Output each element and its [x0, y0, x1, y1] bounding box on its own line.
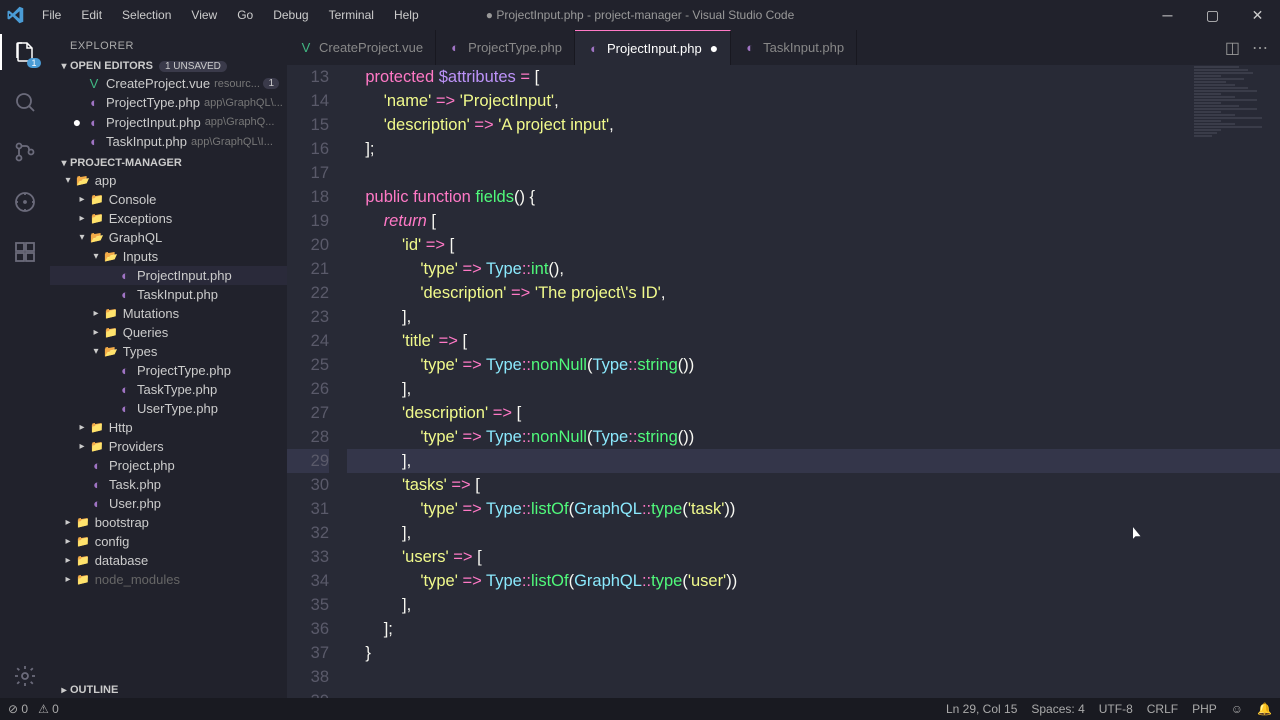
eol-status[interactable]: CRLF: [1147, 702, 1178, 716]
tree-item[interactable]: ▸📁Exceptions: [50, 209, 287, 228]
more-icon[interactable]: ⋯: [1252, 38, 1268, 58]
warnings-icon[interactable]: ⚠ 0: [38, 702, 59, 716]
window-title: ● ProjectInput.php - project-manager - V…: [486, 8, 795, 22]
minimize-button[interactable]: ─: [1145, 0, 1190, 30]
menu-terminal[interactable]: Terminal: [321, 4, 382, 26]
outline-label: OUTLINE: [70, 684, 118, 696]
explorer-sidebar: EXPLORER ▾ OPEN EDITORS 1 UNSAVED VCreat…: [50, 30, 287, 698]
tree-item[interactable]: ▸📁Console: [50, 190, 287, 209]
tree-item[interactable]: ▸📁Queries: [50, 323, 287, 342]
feedback-icon[interactable]: ☺: [1231, 702, 1243, 716]
tab[interactable]: ◐TaskInput.php: [731, 30, 857, 65]
tree-item[interactable]: ◐UserType.php: [50, 399, 287, 418]
tab[interactable]: ◐ProjectInput.php●: [575, 30, 731, 65]
status-bar: ⊘ 0 ⚠ 0 Ln 29, Col 15 Spaces: 4 UTF-8 CR…: [0, 698, 1280, 720]
source-control-icon[interactable]: [11, 138, 39, 166]
open-editors-label: OPEN EDITORS: [70, 60, 153, 72]
close-button[interactable]: ✕: [1235, 0, 1280, 30]
project-label: PROJECT-MANAGER: [70, 157, 182, 169]
menu-go[interactable]: Go: [229, 4, 261, 26]
open-editor-item[interactable]: ◐TaskInput.phpapp\GraphQL\I...: [50, 132, 287, 151]
tree-item[interactable]: ▸📁config: [50, 532, 287, 551]
chevron-down-icon: ▾: [58, 61, 70, 72]
search-icon[interactable]: [11, 88, 39, 116]
tree-item[interactable]: ▸📁node_modules: [50, 570, 287, 589]
tree-item[interactable]: ◐TaskType.php: [50, 380, 287, 399]
chevron-down-icon: ▾: [58, 158, 70, 169]
menu-selection[interactable]: Selection: [114, 4, 179, 26]
language-status[interactable]: PHP: [1192, 702, 1217, 716]
unsaved-badge: 1 UNSAVED: [159, 61, 227, 72]
extensions-icon[interactable]: [11, 238, 39, 266]
settings-icon[interactable]: [11, 662, 39, 690]
menu-bar: File Edit Selection View Go Debug Termin…: [34, 4, 427, 26]
split-editor-icon[interactable]: ◫: [1225, 38, 1240, 58]
title-bar: File Edit Selection View Go Debug Termin…: [0, 0, 1280, 30]
menu-view[interactable]: View: [183, 4, 225, 26]
vscode-logo: [0, 0, 30, 30]
activity-bar: 1: [0, 30, 50, 698]
open-editors-section[interactable]: ▾ OPEN EDITORS 1 UNSAVED: [50, 58, 287, 74]
tree-item[interactable]: ▸📁Providers: [50, 437, 287, 456]
encoding-status[interactable]: UTF-8: [1099, 702, 1133, 716]
tab[interactable]: ◐ProjectType.php: [436, 30, 575, 65]
outline-section[interactable]: ▸ OUTLINE: [50, 682, 287, 698]
line-gutter: 1314151617181920212223242526272829303132…: [287, 65, 347, 698]
tree-item[interactable]: ◐ProjectInput.php: [50, 266, 287, 285]
open-editor-item[interactable]: VCreateProject.vueresourc...1: [50, 74, 287, 93]
tree-item[interactable]: ▾📂app: [50, 171, 287, 190]
code-content[interactable]: protected $attributes = [ 'name' => 'Pro…: [347, 65, 1280, 698]
tree-item[interactable]: ▸📁Http: [50, 418, 287, 437]
errors-icon[interactable]: ⊘ 0: [8, 702, 28, 716]
tree-item[interactable]: ▾📂GraphQL: [50, 228, 287, 247]
tree-item[interactable]: ◐Task.php: [50, 475, 287, 494]
explorer-badge: 1: [27, 58, 41, 68]
menu-debug[interactable]: Debug: [265, 4, 316, 26]
explorer-header: EXPLORER: [50, 30, 287, 58]
indent-status[interactable]: Spaces: 4: [1031, 702, 1084, 716]
tree-item[interactable]: ▸📁database: [50, 551, 287, 570]
window-controls: ─ ▢ ✕: [1145, 0, 1280, 30]
tree-item[interactable]: ◐User.php: [50, 494, 287, 513]
tab[interactable]: VCreateProject.vue: [287, 30, 436, 65]
tree-item[interactable]: ▸📁Mutations: [50, 304, 287, 323]
tree-item[interactable]: ▾📂Inputs: [50, 247, 287, 266]
menu-edit[interactable]: Edit: [73, 4, 110, 26]
tree-item[interactable]: ▸📁bootstrap: [50, 513, 287, 532]
open-editor-item[interactable]: ●◐ProjectInput.phpapp\GraphQ...: [50, 112, 287, 132]
open-editor-item[interactable]: ◐ProjectType.phpapp\GraphQL\...: [50, 93, 287, 112]
cursor-position[interactable]: Ln 29, Col 15: [946, 702, 1017, 716]
editor-area: VCreateProject.vue◐ProjectType.php◐Proje…: [287, 30, 1280, 698]
tree-item[interactable]: ◐Project.php: [50, 456, 287, 475]
open-editors-list: VCreateProject.vueresourc...1◐ProjectTyp…: [50, 74, 287, 155]
bell-icon[interactable]: 🔔: [1257, 702, 1272, 716]
tab-bar: VCreateProject.vue◐ProjectType.php◐Proje…: [287, 30, 1280, 65]
code-editor[interactable]: 1314151617181920212223242526272829303132…: [287, 65, 1280, 698]
tree-item[interactable]: ◐TaskInput.php: [50, 285, 287, 304]
chevron-right-icon: ▸: [58, 685, 70, 696]
menu-file[interactable]: File: [34, 4, 69, 26]
menu-help[interactable]: Help: [386, 4, 427, 26]
tree-item[interactable]: ▾📂Types: [50, 342, 287, 361]
maximize-button[interactable]: ▢: [1190, 0, 1235, 30]
debug-icon[interactable]: [11, 188, 39, 216]
file-tree: ▾📂app▸📁Console▸📁Exceptions▾📂GraphQL▾📂Inp…: [50, 171, 287, 682]
tree-item[interactable]: ◐ProjectType.php: [50, 361, 287, 380]
project-section[interactable]: ▾ PROJECT-MANAGER: [50, 155, 287, 171]
explorer-icon[interactable]: 1: [11, 38, 39, 66]
